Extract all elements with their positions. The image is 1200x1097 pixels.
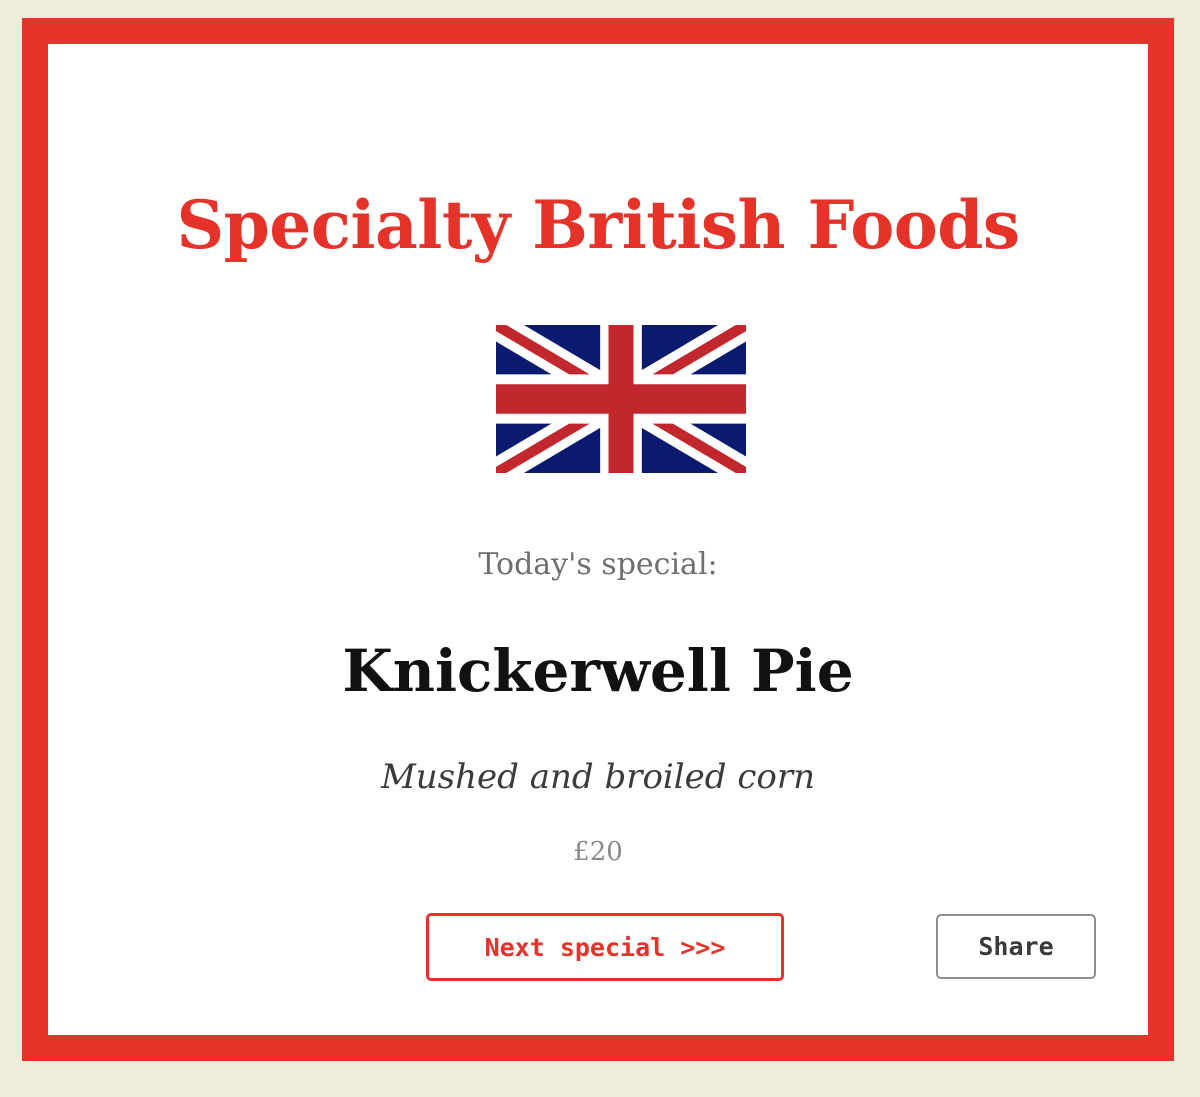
special-dish-name: Knickerwell Pie — [342, 637, 854, 705]
next-special-button[interactable]: Next special >>> — [426, 913, 784, 981]
union-jack-flag-icon — [496, 325, 746, 473]
special-price: £20 — [573, 837, 623, 867]
specials-card: Specialty British Foods Today's special:… — [22, 18, 1174, 1061]
page-title: Specialty British Foods — [176, 186, 1020, 264]
share-button[interactable]: Share — [936, 914, 1096, 979]
special-label: Today's special: — [478, 547, 718, 582]
special-dish-description: Mushed and broiled corn — [380, 757, 816, 797]
